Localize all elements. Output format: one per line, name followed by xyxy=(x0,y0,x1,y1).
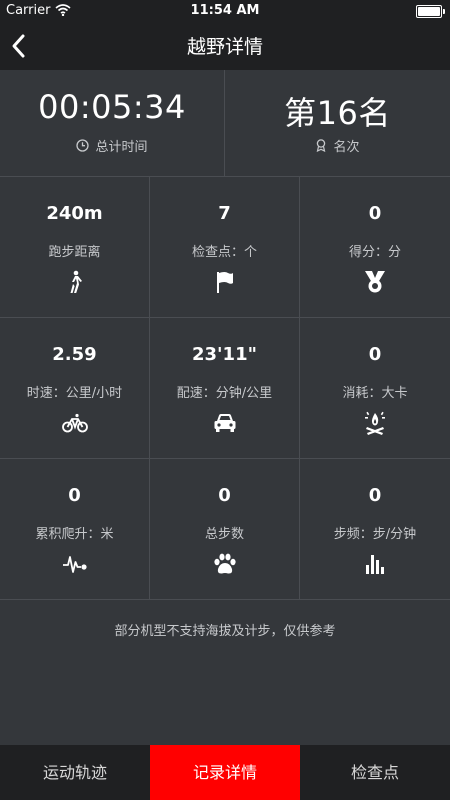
rank-cell: 第16名 名次 xyxy=(225,70,450,176)
award-ribbon-icon xyxy=(317,139,326,152)
stat-value: 0 xyxy=(68,485,81,506)
stat-value: 7 xyxy=(218,203,231,224)
clock-icon xyxy=(76,139,90,152)
disclaimer-note: 部分机型不支持海拔及计步，仅供参考 xyxy=(114,624,336,639)
stat-steps: 0 总步数 xyxy=(150,459,300,600)
stat-cadence: 0 步频：步/分钟 xyxy=(300,459,450,600)
stat-pace: 23'11" 配速：分钟/公里 xyxy=(150,318,300,459)
stat-score: 0 得分：分 xyxy=(300,177,450,318)
stat-label: 跑步距离 xyxy=(48,245,101,260)
stat-speed: 2.59 时速：公里/小时 xyxy=(0,318,150,459)
stat-climb: 0 累积爬升：米 xyxy=(0,459,150,600)
stat-value: 2.59 xyxy=(52,344,97,365)
bar-chart-icon xyxy=(300,551,450,577)
heartbeat-icon xyxy=(0,551,149,577)
total-time-value: 00:05:34 xyxy=(38,88,186,126)
stat-label: 总步数 xyxy=(204,527,244,542)
total-time-cell: 00:05:34 总计时间 xyxy=(0,70,225,176)
medal-icon xyxy=(300,269,450,295)
stat-calories: 0 消耗：大卡 xyxy=(300,318,450,459)
stat-distance: 240m 跑步距离 xyxy=(0,177,150,318)
total-time-label: 总计时间 xyxy=(95,140,148,155)
stat-value: 240m xyxy=(46,203,103,224)
stat-label: 检查点：个 xyxy=(191,245,257,260)
paw-icon xyxy=(150,551,299,577)
status-bar: Carrier 11:54 AM xyxy=(0,0,450,22)
bottom-tab-bar: 运动轨迹 记录详情 检查点 xyxy=(0,745,450,800)
stat-value: 0 xyxy=(218,485,231,506)
stat-value: 23'11" xyxy=(192,344,257,365)
flag-icon xyxy=(150,269,299,295)
stats-grid: 240m 跑步距离 7 检查点：个 0 得分：分 2.59 时速：公里/小时 2… xyxy=(0,177,450,600)
rank-value: 第16名 xyxy=(284,94,391,132)
page-title: 越野详情 xyxy=(186,36,263,58)
stat-value: 0 xyxy=(368,485,382,506)
stat-label: 步频：步/分钟 xyxy=(333,527,417,542)
stat-value: 0 xyxy=(368,344,382,365)
stat-label: 消耗：大卡 xyxy=(342,386,408,401)
bicycle-icon xyxy=(0,410,149,436)
stat-checkpoints: 7 检查点：个 xyxy=(150,177,300,318)
walking-icon xyxy=(0,269,149,295)
campfire-icon xyxy=(300,410,450,436)
car-icon xyxy=(150,410,299,436)
nav-bar: 越野详情 xyxy=(0,22,450,70)
stat-label: 配速：分钟/公里 xyxy=(176,386,273,401)
rank-label: 名次 xyxy=(333,140,360,155)
tab-record-details[interactable]: 记录详情 xyxy=(150,745,300,800)
stat-label: 得分：分 xyxy=(348,245,401,260)
stat-label: 时速：公里/小时 xyxy=(26,386,123,401)
tab-track[interactable]: 运动轨迹 xyxy=(0,745,150,800)
clock-time: 11:54 AM xyxy=(190,3,260,18)
tab-checkpoints[interactable]: 检查点 xyxy=(300,745,450,800)
battery-icon xyxy=(416,5,445,18)
summary-panel: 00:05:34 总计时间 第16名 名次 xyxy=(0,70,450,177)
stat-value: 0 xyxy=(368,203,382,224)
stat-label: 累积爬升：米 xyxy=(35,527,114,542)
